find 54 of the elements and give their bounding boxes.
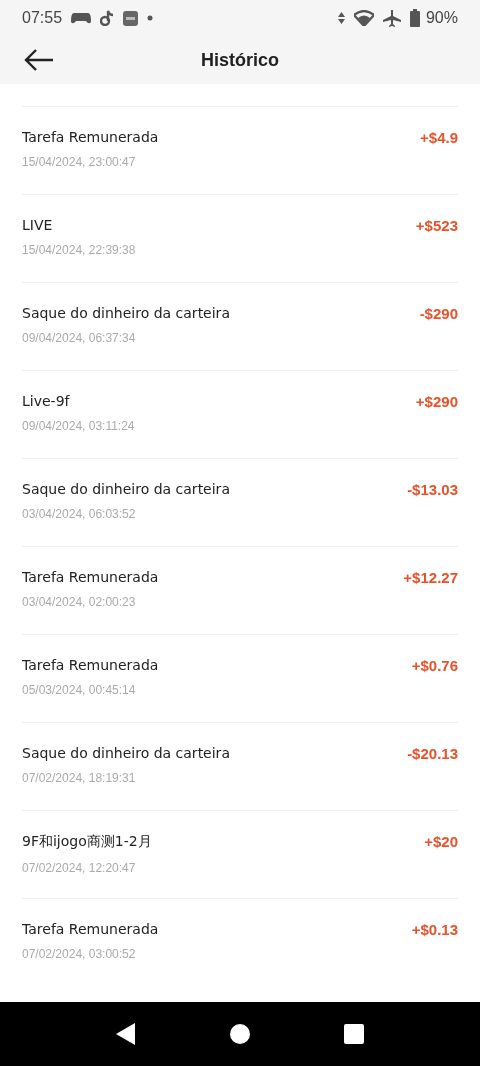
transaction-amount: +$20 bbox=[424, 833, 458, 850]
transaction-date: 03/04/2024, 06:03:52 bbox=[22, 507, 137, 521]
transaction-date: 07/02/2024, 03:00:52 bbox=[22, 947, 137, 961]
transaction-row[interactable]: Live-9f 09/04/2024, 03:11:24 +$290 bbox=[22, 370, 458, 458]
transaction-title: Tarefa Remunerada bbox=[22, 921, 159, 937]
transaction-date: 07/02/2024, 12:20:47 bbox=[22, 861, 137, 875]
transaction-title: Tarefa Remunerada bbox=[22, 657, 159, 673]
transaction-date: 05/03/2024, 00:45:14 bbox=[22, 683, 137, 697]
back-icon[interactable] bbox=[116, 1023, 136, 1045]
transaction-amount: +$290 bbox=[415, 393, 458, 410]
transaction-title: LIVE bbox=[22, 217, 54, 233]
battery-icon bbox=[409, 9, 420, 27]
dot-icon bbox=[147, 15, 154, 21]
transaction-amount: -$20.13 bbox=[407, 745, 458, 762]
music-note-icon bbox=[100, 10, 115, 26]
transaction-date: 15/04/2024, 23:00:47 bbox=[22, 155, 137, 169]
transaction-title: Tarefa Remunerada bbox=[22, 569, 159, 585]
transaction-amount: -$290 bbox=[419, 305, 458, 322]
app-icon bbox=[123, 10, 139, 26]
transaction-title: Live-9f bbox=[22, 393, 71, 409]
transaction-title: Saque do dinheiro da carteira bbox=[22, 305, 230, 321]
battery-percentage: 90% bbox=[425, 9, 458, 27]
wifi-icon bbox=[353, 10, 374, 26]
transaction-date: 07/02/2024, 18:19:31 bbox=[22, 771, 137, 785]
transaction-row[interactable]: Tarefa Remunerada 03/04/2024, 02:00:23 +$12.27 bbox=[22, 546, 458, 634]
transaction-amount: +$0.76 bbox=[411, 657, 458, 674]
home-icon[interactable] bbox=[230, 1024, 250, 1044]
transaction-row[interactable]: Saque do dinheiro da carteira 07/02/2024, 18:19:31 -$20.13 bbox=[22, 722, 458, 810]
data-arrows-icon bbox=[337, 11, 345, 25]
transaction-amount: +$0.13 bbox=[411, 921, 458, 938]
transaction-row[interactable]: Saque do dinheiro da carteira 09/04/2024, 06:37:34 -$290 bbox=[22, 282, 458, 370]
transaction-title: Tarefa Remunerada bbox=[22, 129, 159, 145]
transaction-title: Saque do dinheiro da carteira bbox=[22, 745, 230, 761]
status-time: 07:55 bbox=[22, 9, 63, 27]
gamepad-icon bbox=[71, 11, 92, 25]
transaction-amount: +$523 bbox=[415, 217, 458, 234]
transaction-row[interactable]: Saque do dinheiro da carteira 03/04/2024, 06:03:52 -$13.03 bbox=[22, 458, 458, 546]
back-arrow-icon[interactable] bbox=[24, 49, 54, 71]
page-title: Histórico bbox=[201, 49, 279, 71]
transaction-date: 03/04/2024, 02:00:23 bbox=[22, 595, 137, 609]
transaction-title: 9F和ijogo商测1-2月 bbox=[22, 833, 152, 851]
transaction-amount: -$13.03 bbox=[407, 481, 458, 498]
transaction-date: 09/04/2024, 06:37:34 bbox=[22, 331, 137, 345]
transaction-row[interactable]: LIVE 15/04/2024, 22:39:38 +$523 bbox=[22, 194, 458, 282]
transaction-amount: +$4.9 bbox=[420, 129, 458, 146]
transaction-date: 15/04/2024, 22:39:38 bbox=[22, 243, 136, 257]
transaction-row[interactable]: Tarefa Remunerada 05/03/2024, 00:45:14 +$0.76 bbox=[22, 634, 458, 722]
transaction-row[interactable]: 9F和ijogo商测1-2月 07/02/2024, 12:20:47 +$20 bbox=[22, 810, 458, 898]
transaction-title: Saque do dinheiro da carteira bbox=[22, 481, 230, 497]
transaction-date: 09/04/2024, 03:11:24 bbox=[22, 419, 135, 433]
airplane-icon bbox=[382, 9, 401, 27]
transaction-row[interactable]: Tarefa Remunerada 15/04/2024, 23:00:47 +$4.9 bbox=[22, 106, 458, 194]
transaction-amount: +$12.27 bbox=[403, 569, 458, 586]
transaction-row[interactable]: Tarefa Remunerada 07/02/2024, 03:00:52 +$0.13 bbox=[22, 898, 458, 986]
